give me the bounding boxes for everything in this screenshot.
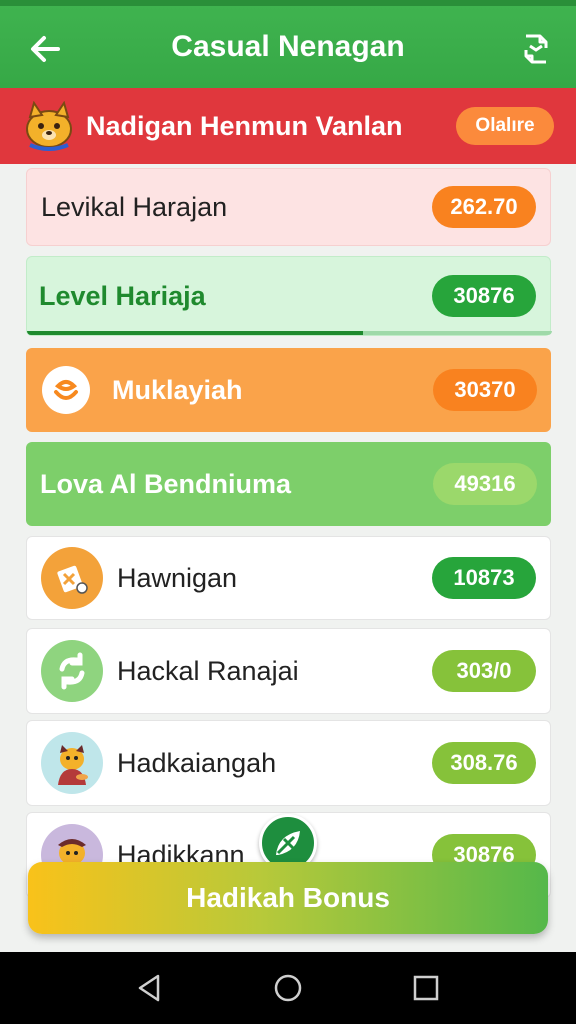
list-item[interactable]: Hadkaiangah 308.76 — [26, 720, 551, 806]
score-badge: 30876 — [432, 275, 536, 317]
dog-avatar-icon — [26, 101, 72, 151]
list-item-label: Levikal Harajan — [41, 191, 228, 222]
bonus-button[interactable]: Hadikah Bonus — [28, 862, 548, 934]
list-item[interactable]: Level Hariaja 30876 — [26, 256, 552, 336]
nav-back-icon[interactable] — [134, 972, 166, 1004]
list-item-label: Lova Al Bendniuma — [40, 468, 292, 499]
swap-icon[interactable] — [520, 32, 552, 66]
character-icon — [41, 732, 103, 794]
page-title: Casual Nenagan — [171, 30, 405, 63]
list-item[interactable]: Hackal Ranajai 303/0 — [26, 628, 551, 714]
promo-banner[interactable]: Nadigan Henmun Vanlan Olalıre — [0, 88, 576, 164]
list-item-label: Hadkaiangah — [117, 747, 277, 778]
list-item-label: Muklayiah — [112, 374, 243, 405]
list-item[interactable]: Hawnigan 10873 — [26, 536, 551, 620]
nav-home-icon[interactable] — [272, 972, 304, 1004]
progress-bar — [27, 331, 552, 335]
system-nav-bar — [0, 952, 576, 1024]
score-badge: 262.70 — [432, 186, 536, 228]
nav-recents-icon[interactable] — [410, 972, 442, 1004]
list-item-label: Hackal Ranajai — [117, 655, 299, 686]
list-item[interactable]: Muklayiah 30370 — [26, 348, 551, 432]
back-arrow-icon[interactable] — [28, 32, 62, 66]
score-badge: 30370 — [433, 369, 537, 411]
score-badge: 308.76 — [432, 742, 536, 784]
score-badge: 303/0 — [432, 650, 536, 692]
list-item-label: Level Hariaja — [39, 280, 206, 311]
score-badge: 10873 — [432, 557, 536, 599]
refresh-icon — [41, 640, 103, 702]
progress-fill — [27, 331, 363, 335]
banner-text: Nadigan Henmun Vanlan — [86, 110, 403, 141]
list-item[interactable]: Lova Al Bendniuma 49316 — [26, 442, 551, 526]
list-item[interactable]: Levikal Harajan 262.70 — [26, 168, 551, 246]
top-app-bar: Casual Nenagan — [0, 0, 576, 88]
banner-pill-button[interactable]: Olalıre — [456, 107, 554, 145]
list-item-label: Hawnigan — [117, 562, 238, 593]
score-badge: 49316 — [433, 463, 537, 505]
ticket-icon — [41, 547, 103, 609]
coin-icon — [42, 366, 90, 414]
